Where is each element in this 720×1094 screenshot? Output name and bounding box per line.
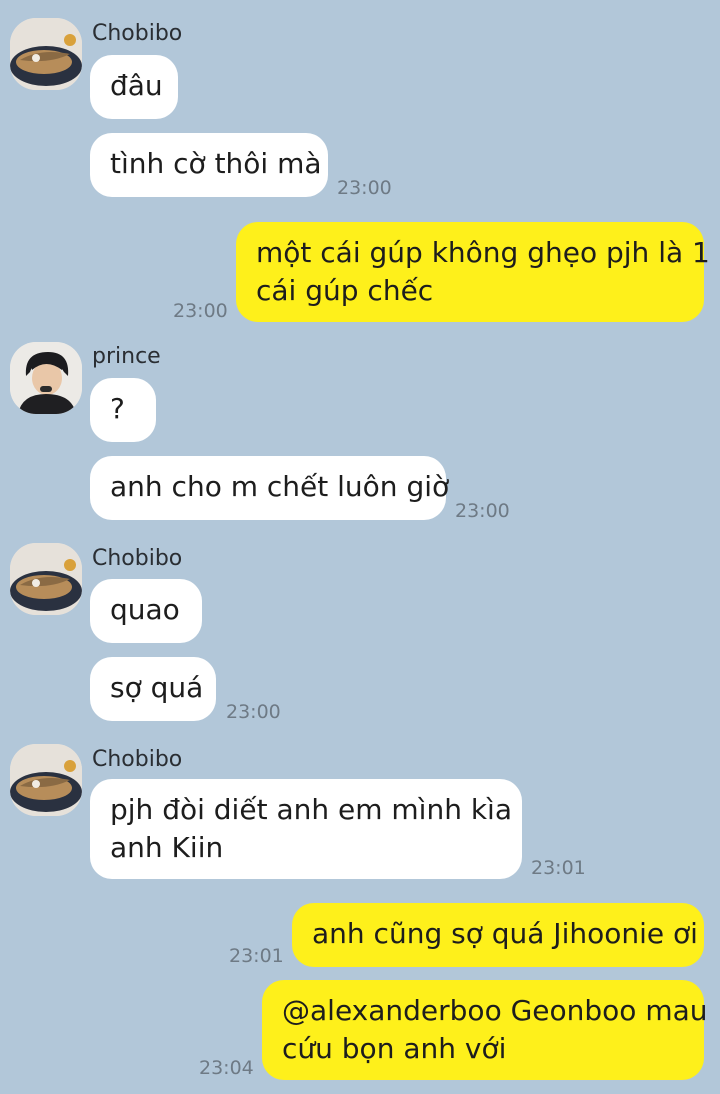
sender-name: prince — [92, 344, 161, 369]
message-text: ? — [110, 392, 125, 425]
message-bubble[interactable]: đâu — [90, 55, 178, 119]
sender-name: Chobibo — [92, 21, 183, 46]
sender-name: Chobibo — [92, 546, 183, 571]
message-bubble[interactable]: pjh đòi diết anh em mình kìa anh Kiin — [90, 779, 522, 879]
food-photo-avatar-icon — [10, 744, 82, 816]
message-text-line: một cái gúp không ghẹo pjh là 1 — [256, 236, 710, 269]
message-timestamp: 23:00 — [337, 177, 392, 199]
food-photo-avatar-icon — [10, 543, 82, 615]
message-timestamp: 23:00 — [173, 300, 228, 322]
message-text-line: pjh đòi diết anh em mình kìa — [110, 793, 512, 826]
message-bubble[interactable]: anh cho m chết luôn giờ — [90, 456, 450, 520]
message-bubble[interactable]: tình cờ thôi mà — [90, 133, 328, 197]
message-timestamp: 23:00 — [226, 701, 281, 723]
message-text: sợ quá — [110, 671, 204, 704]
message-text: tình cờ thôi mà — [110, 147, 322, 180]
message-text: quao — [110, 593, 180, 626]
my-message-bubble[interactable]: một cái gúp không ghẹo pjh là 1 cái gúp … — [236, 222, 710, 322]
message-timestamp: 23:01 — [229, 945, 284, 967]
message-bubble[interactable]: quao — [90, 579, 202, 643]
message-bubble[interactable]: ? — [90, 378, 156, 442]
message-text-line: @alexanderboo Geonboo mau — [282, 994, 708, 1027]
message-text: anh cũng sợ quá Jihoonie ơi — [312, 917, 698, 950]
avatar-chobibo[interactable] — [10, 744, 82, 816]
my-message-bubble[interactable]: anh cũng sợ quá Jihoonie ơi — [292, 903, 704, 967]
message-timestamp: 23:04 — [199, 1057, 254, 1079]
message-text-line: anh Kiin — [110, 831, 224, 864]
sender-name: Chobibo — [92, 747, 183, 772]
message-timestamp: 23:01 — [531, 857, 586, 879]
person-photo-avatar-icon — [10, 342, 82, 414]
message-bubble[interactable]: sợ quá — [90, 657, 216, 721]
food-photo-avatar-icon — [10, 18, 82, 90]
avatar-chobibo[interactable] — [10, 18, 82, 90]
message-text-line: cái gúp chếc — [256, 274, 434, 307]
my-message-bubble[interactable]: @alexanderboo Geonboo mau cứu bọn anh vớ… — [262, 980, 708, 1080]
message-timestamp: 23:00 — [455, 500, 510, 522]
message-text-line: cứu bọn anh với — [282, 1032, 507, 1065]
message-text: đâu — [110, 69, 163, 102]
message-text: anh cho m chết luôn giờ — [110, 470, 450, 503]
avatar-prince[interactable] — [10, 342, 82, 414]
avatar-chobibo[interactable] — [10, 543, 82, 615]
